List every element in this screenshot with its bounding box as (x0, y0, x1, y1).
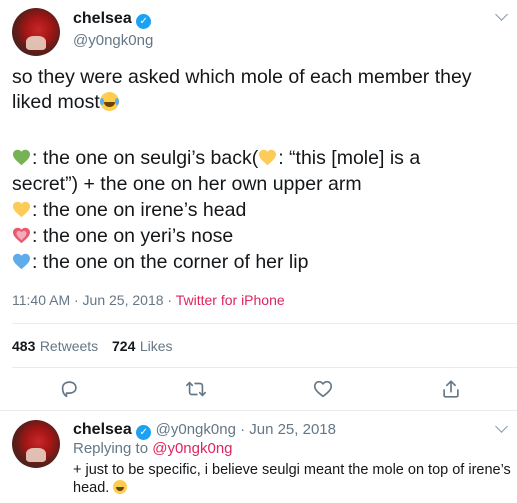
share-button[interactable] (440, 378, 462, 400)
reply-icon (61, 381, 77, 398)
reply-display-name[interactable]: chelsea (73, 421, 132, 438)
reply-handle-date[interactable]: @y0ngk0ng · Jun 25, 2018 (156, 421, 336, 438)
retweet-icon (186, 381, 206, 397)
tweet-text-line: so they were asked which mole of each me… (12, 66, 472, 88)
reply-avatar[interactable] (12, 420, 60, 468)
tweet-text-line: : the one on irene’s head (12, 198, 246, 223)
tweet-timestamp[interactable]: 11:40 AM · Jun 25, 2018 (12, 292, 164, 308)
divider (0, 410, 517, 411)
display-name[interactable]: chelsea ✓ (73, 10, 152, 29)
replying-to: Replying to @y0ngk0ng (73, 440, 233, 457)
sparkling-heart-icon (13, 227, 30, 244)
blue-heart-icon (13, 253, 30, 270)
tweet-text-line: : the one on seulgi’s back(: “this [mole… (12, 146, 420, 171)
reply-text-line: + just to be specific, i believe seulgi … (73, 462, 511, 478)
grinning-sweat-emoji-icon (113, 480, 128, 494)
avatar[interactable] (12, 8, 60, 56)
tweet-text-line: : the one on yeri’s nose (12, 224, 233, 249)
meta-separator: · (167, 292, 173, 308)
retweets-label: Retweets (39, 338, 99, 354)
chevron-down-icon[interactable] (495, 8, 508, 21)
retweet-button[interactable] (185, 378, 207, 400)
handle[interactable]: @y0ngk0ng (73, 32, 153, 49)
verified-badge-icon: ✓ (136, 425, 152, 440)
reply-button[interactable] (58, 378, 80, 400)
display-name-text[interactable]: chelsea (73, 10, 132, 27)
divider (12, 367, 517, 368)
verified-badge-icon: ✓ (136, 14, 152, 29)
tweet-source-link[interactable]: Twitter for iPhone (176, 292, 285, 308)
tweet-text-line: secret”) + the one on her own upper arm (12, 173, 362, 195)
tweet-text-line: liked most (12, 90, 119, 115)
share-icon (443, 380, 459, 398)
likes-count: 724 (112, 338, 136, 354)
replying-to-handle[interactable]: @y0ngk0ng (152, 440, 232, 457)
likes-stat[interactable]: 724 Likes (112, 338, 173, 356)
divider (12, 323, 517, 324)
tweet-text-line: : the one on the corner of her lip (12, 250, 308, 275)
green-heart-icon (13, 149, 30, 166)
laughing-tears-emoji-icon (99, 92, 119, 111)
likes-label: Likes (139, 338, 173, 354)
like-button[interactable] (312, 378, 334, 400)
reply-text-line: head. (73, 478, 128, 498)
yellow-heart-icon (259, 149, 277, 166)
retweets-count: 483 (12, 338, 36, 354)
reply-header: chelsea ✓ @y0ngk0ng · Jun 25, 2018 (73, 421, 336, 440)
retweets-stat[interactable]: 483 Retweets (12, 338, 98, 356)
like-icon (313, 380, 333, 398)
yellow-heart-icon (13, 201, 30, 218)
chevron-down-icon[interactable] (495, 420, 508, 433)
tweet-meta: 11:40 AM · Jun 25, 2018 · Twitter for iP… (12, 292, 285, 308)
